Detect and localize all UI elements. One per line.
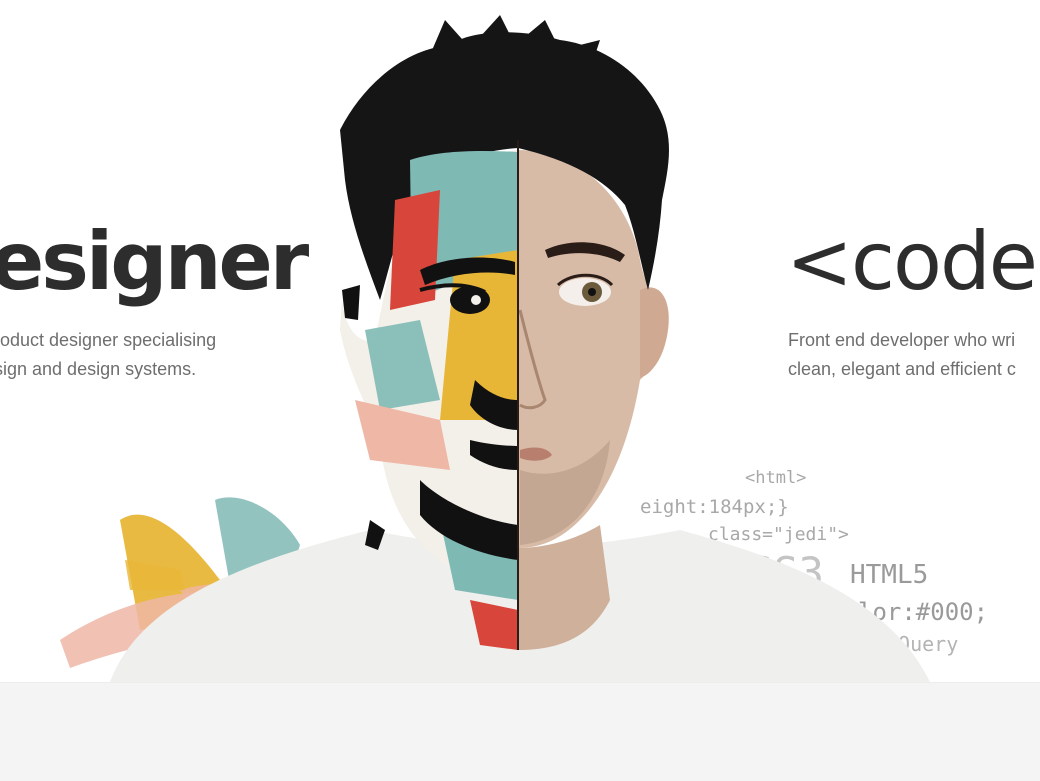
footer-band xyxy=(0,682,1040,781)
split-portrait-illustration xyxy=(60,15,930,682)
hero-section: esigner roduct designer specialising sig… xyxy=(0,0,1040,682)
